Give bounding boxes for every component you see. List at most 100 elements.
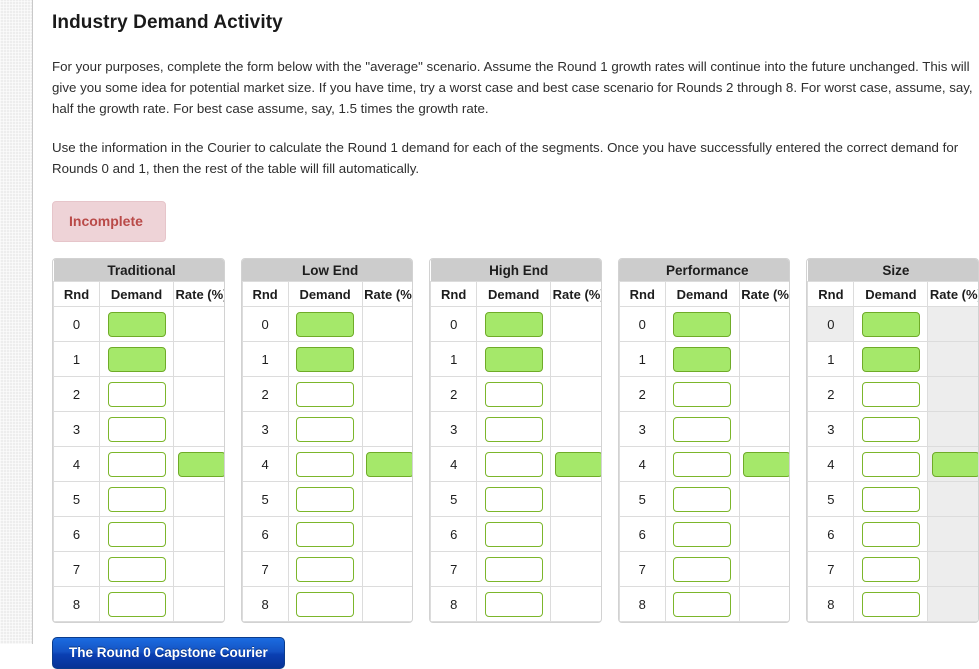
demand-cell — [854, 552, 928, 587]
demand-cell — [854, 517, 928, 552]
round-number-cell: 3 — [808, 412, 854, 447]
demand-input[interactable] — [673, 522, 731, 547]
round-0-capstone-courier-button[interactable]: The Round 0 Capstone Courier — [52, 637, 285, 669]
demand-input[interactable] — [485, 452, 543, 477]
demand-input[interactable] — [108, 557, 166, 582]
table-row: 8 — [619, 587, 790, 622]
demand-cell — [477, 447, 551, 482]
demand-input[interactable] — [485, 557, 543, 582]
demand-input[interactable] — [862, 312, 920, 337]
demand-input[interactable] — [485, 592, 543, 617]
round-number-cell: 0 — [431, 307, 477, 342]
demand-input[interactable] — [296, 382, 354, 407]
segment-tables-row: TraditionalRndDemandRate (%)012345678Low… — [52, 258, 979, 623]
demand-input[interactable] — [673, 347, 731, 372]
demand-input[interactable] — [862, 347, 920, 372]
demand-input[interactable] — [108, 522, 166, 547]
round-number-cell: 7 — [242, 552, 288, 587]
column-header-rnd: Rnd — [54, 282, 100, 307]
table-row: 3 — [619, 412, 790, 447]
demand-input[interactable] — [296, 522, 354, 547]
table-row: 4 — [54, 447, 225, 482]
rate-input[interactable] — [743, 452, 790, 477]
column-header-rate: Rate (%) — [362, 282, 413, 307]
demand-input[interactable] — [296, 452, 354, 477]
demand-cell — [665, 482, 739, 517]
demand-input[interactable] — [296, 557, 354, 582]
demand-input[interactable] — [485, 312, 543, 337]
demand-input[interactable] — [108, 452, 166, 477]
demand-input[interactable] — [673, 417, 731, 442]
demand-input[interactable] — [862, 557, 920, 582]
rate-cell — [362, 307, 413, 342]
table-row: 6 — [54, 517, 225, 552]
demand-input[interactable] — [485, 487, 543, 512]
demand-input[interactable] — [108, 592, 166, 617]
demand-input[interactable] — [296, 312, 354, 337]
demand-input[interactable] — [108, 382, 166, 407]
demand-input[interactable] — [862, 452, 920, 477]
rate-input[interactable] — [366, 452, 413, 477]
demand-input[interactable] — [862, 417, 920, 442]
demand-input[interactable] — [108, 417, 166, 442]
demand-input[interactable] — [862, 382, 920, 407]
round-number-cell: 0 — [808, 307, 854, 342]
demand-input[interactable] — [862, 487, 920, 512]
table-row: 0 — [242, 307, 413, 342]
rate-cell — [551, 412, 602, 447]
intro-paragraph-1: For your purposes, complete the form bel… — [52, 56, 977, 119]
rate-input[interactable] — [932, 452, 979, 477]
demand-input[interactable] — [673, 382, 731, 407]
demand-input[interactable] — [862, 592, 920, 617]
demand-cell — [288, 342, 362, 377]
page-content: Industry Demand Activity For your purpos… — [34, 0, 979, 644]
rate-input[interactable] — [555, 452, 602, 477]
demand-input[interactable] — [673, 312, 731, 337]
demand-input[interactable] — [485, 382, 543, 407]
demand-input[interactable] — [296, 592, 354, 617]
table-row: 2 — [808, 377, 979, 412]
demand-input[interactable] — [108, 312, 166, 337]
demand-cell — [100, 482, 174, 517]
rate-cell — [739, 342, 790, 377]
segment-title: Traditional — [54, 259, 225, 282]
demand-input[interactable] — [108, 347, 166, 372]
column-header-rnd: Rnd — [431, 282, 477, 307]
demand-input[interactable] — [485, 347, 543, 372]
round-number-cell: 5 — [242, 482, 288, 517]
table-row: 3 — [431, 412, 602, 447]
table-row: 5 — [808, 482, 979, 517]
segment-table-performance: PerformanceRndDemandRate (%)012345678 — [618, 258, 791, 623]
demand-input[interactable] — [296, 347, 354, 372]
demand-input[interactable] — [673, 452, 731, 477]
round-number-cell: 0 — [54, 307, 100, 342]
column-header-rnd: Rnd — [242, 282, 288, 307]
rate-cell — [362, 412, 413, 447]
demand-input[interactable] — [862, 522, 920, 547]
demand-input[interactable] — [296, 487, 354, 512]
table-row: 7 — [54, 552, 225, 587]
rate-cell — [928, 517, 979, 552]
demand-input[interactable] — [673, 487, 731, 512]
table-row: 2 — [619, 377, 790, 412]
round-number-cell: 6 — [619, 517, 665, 552]
table-row: 0 — [808, 307, 979, 342]
table-row: 5 — [54, 482, 225, 517]
demand-input[interactable] — [673, 592, 731, 617]
table-row: 8 — [54, 587, 225, 622]
round-number-cell: 1 — [431, 342, 477, 377]
rate-input[interactable] — [178, 452, 225, 477]
column-header-rate: Rate (%) — [174, 282, 225, 307]
demand-cell — [477, 377, 551, 412]
demand-input[interactable] — [485, 417, 543, 442]
demand-input[interactable] — [296, 417, 354, 442]
demand-input[interactable] — [108, 487, 166, 512]
segment-title: Low End — [242, 259, 413, 282]
demand-input[interactable] — [485, 522, 543, 547]
table-row: 6 — [619, 517, 790, 552]
table-row: 3 — [242, 412, 413, 447]
demand-input[interactable] — [673, 557, 731, 582]
segment-table-high-end: High EndRndDemandRate (%)012345678 — [429, 258, 602, 623]
table-row: 4 — [619, 447, 790, 482]
table-row: 8 — [242, 587, 413, 622]
